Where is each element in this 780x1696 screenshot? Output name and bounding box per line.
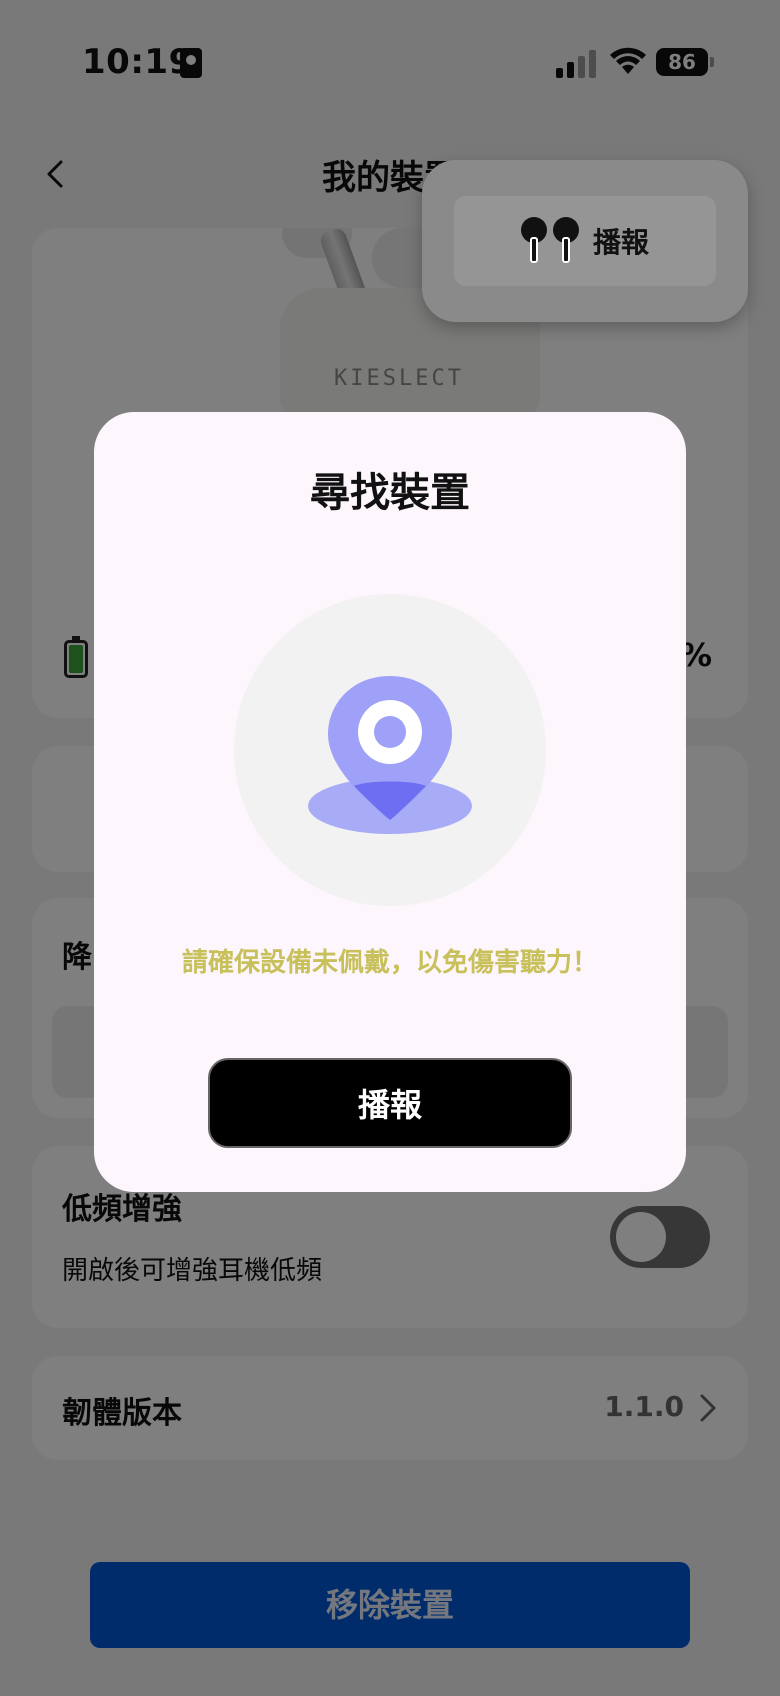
earbuds-icon xyxy=(520,217,579,265)
broadcast-button[interactable]: 播報 xyxy=(208,1058,572,1148)
popover-menu: 播報 xyxy=(422,160,748,322)
popover-item-label: 播報 xyxy=(592,226,649,259)
modal-warning-message: 請確保設備未佩戴，以免傷害聽力！ xyxy=(181,948,598,978)
modal-title: 尋找裝置 xyxy=(310,470,470,516)
find-device-modal: 尋找裝置 請確保設備未佩戴，以免傷害聽力！ 播報 xyxy=(94,412,686,1192)
popover-broadcast-item[interactable]: 播報 xyxy=(454,196,716,286)
device-page: 10:19 86 我的裝置 KIESLECT % 降 低頻增強 開啟後可增強耳機… xyxy=(0,0,780,1696)
location-pin-icon xyxy=(308,676,472,834)
